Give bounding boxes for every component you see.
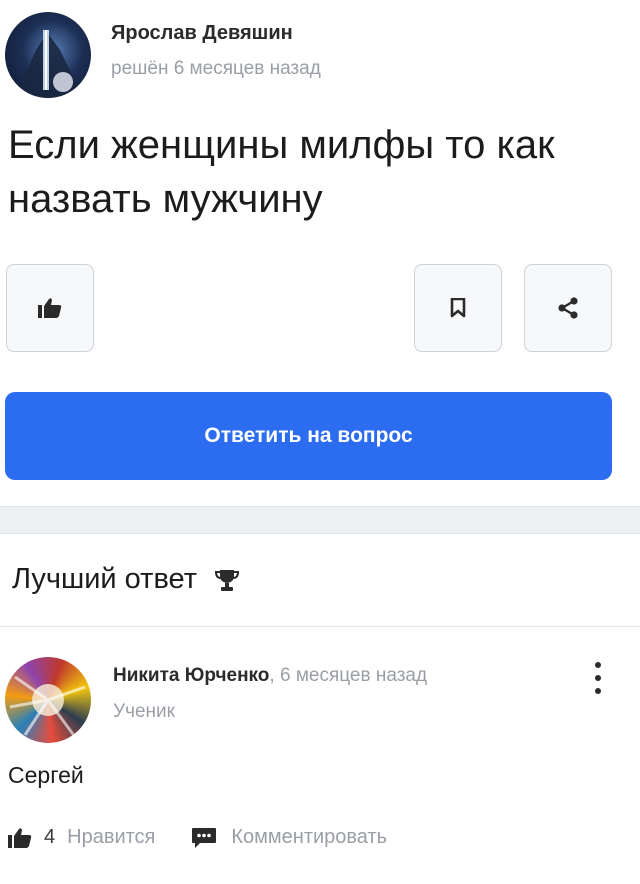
comment-link[interactable]: Комментировать [231,826,387,849]
best-answer-heading: Лучший ответ [12,563,239,596]
like-count: 4 [44,826,56,848]
thumbs-up-icon[interactable] [8,827,32,849]
share-icon [558,297,578,319]
share-button[interactable] [524,264,612,352]
answer-author-rank: Ученик [113,701,175,722]
author-avatar[interactable] [5,12,91,98]
kebab-menu-icon[interactable] [590,662,606,694]
answer-author-name[interactable]: Никита Юрченко [113,665,269,686]
question-author-name[interactable]: Ярослав Девяшин [111,22,293,45]
answer-actions: 4 Нравится Комментировать [8,826,387,849]
answer-author-avatar[interactable] [5,657,91,743]
question-text: Если женщины милфы то как назвать мужчин… [8,123,555,221]
like-link[interactable]: Нравится [67,826,155,849]
bookmark-button[interactable] [414,264,502,352]
answer-text: Сергей [8,762,84,788]
thumbs-up-icon [38,298,62,318]
best-answer-title: Лучший ответ [12,563,197,595]
comment-icon[interactable] [191,827,217,849]
answer-author-line: Никита Юрченко, 6 месяцев назад [113,665,427,687]
question-status-time: решён 6 месяцев назад [111,58,321,79]
like-button[interactable] [6,264,94,352]
divider [0,626,640,627]
answer-time: , 6 месяцев назад [269,665,428,686]
section-separator [0,506,640,534]
trophy-icon [215,569,239,591]
answer-question-button[interactable]: Ответить на вопрос [5,392,612,480]
bookmark-icon [450,298,466,318]
